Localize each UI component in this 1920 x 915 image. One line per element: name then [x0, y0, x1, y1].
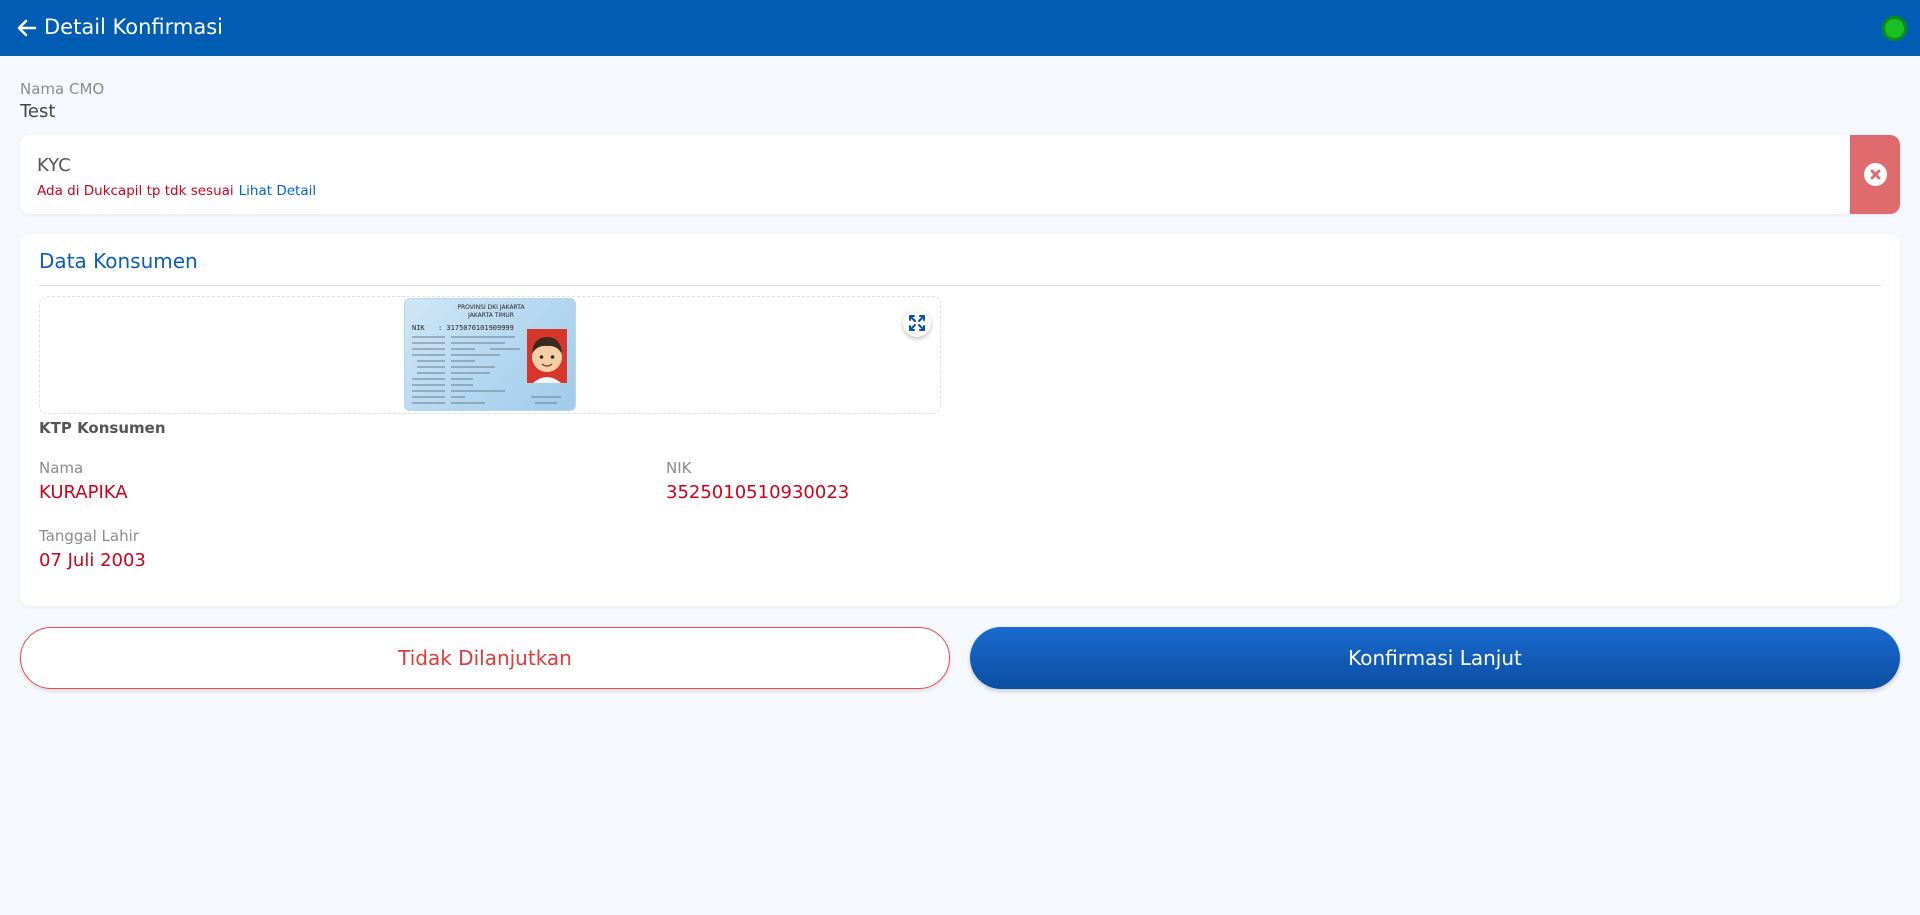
ktp-nik: : 3175070101909999	[438, 324, 514, 332]
x-circle-icon	[1863, 163, 1887, 186]
view-detail-link[interactable]: Lihat Detail	[239, 183, 316, 199]
section-title: Data Konsumen	[39, 249, 198, 273]
kyc-failed-status	[1850, 135, 1900, 214]
cmo-name-value: Test	[20, 101, 56, 122]
connection-status-indicator	[1882, 16, 1907, 41]
nik-label: NIK	[666, 459, 692, 477]
consumer-data-card: Data Konsumen PROVINSI DKI JAKARTA JAKAR…	[20, 234, 1900, 606]
page-title: Detail Konfirmasi	[44, 15, 224, 39]
cmo-name-label: Nama CMO	[20, 80, 105, 98]
ktp-caption: KTP Konsumen	[39, 419, 166, 437]
section-divider	[39, 285, 1881, 286]
nik-value: 3525010510930023	[666, 482, 850, 503]
ktp-nik-label: NIK	[412, 324, 425, 332]
reject-button[interactable]: Tidak Dilanjutkan	[20, 627, 950, 689]
top-app-bar: Detail Konfirmasi	[0, 0, 1920, 56]
confirm-continue-button[interactable]: Konfirmasi Lanjut	[970, 627, 1900, 689]
nama-label: Nama	[39, 459, 84, 477]
ktp-city: JAKARTA TIMUR	[467, 312, 514, 319]
kyc-message-text: Ada di Dukcapil tp tdk sesuai	[37, 183, 234, 199]
expand-image-button[interactable]	[903, 309, 931, 337]
expand-icon	[909, 315, 925, 331]
birth-date-label: Tanggal Lahir	[39, 527, 139, 545]
back-button[interactable]	[16, 17, 38, 39]
birth-date-value: 07 Juli 2003	[39, 550, 146, 571]
ktp-image[interactable]: PROVINSI DKI JAKARTA JAKARTA TIMUR NIK :…	[404, 298, 576, 411]
nama-value: KURAPIKA	[39, 482, 128, 503]
kyc-title: KYC	[37, 155, 71, 176]
arrow-left-icon	[17, 19, 37, 37]
kyc-card: KYC Ada di Dukcapil tp tdk sesuai Lihat D…	[20, 135, 1900, 214]
ktp-province: PROVINSI DKI JAKARTA	[457, 304, 525, 311]
ktp-image-container: PROVINSI DKI JAKARTA JAKARTA TIMUR NIK :…	[39, 296, 941, 414]
kyc-message: Ada di Dukcapil tp tdk sesuai Lihat Detai…	[37, 183, 316, 199]
